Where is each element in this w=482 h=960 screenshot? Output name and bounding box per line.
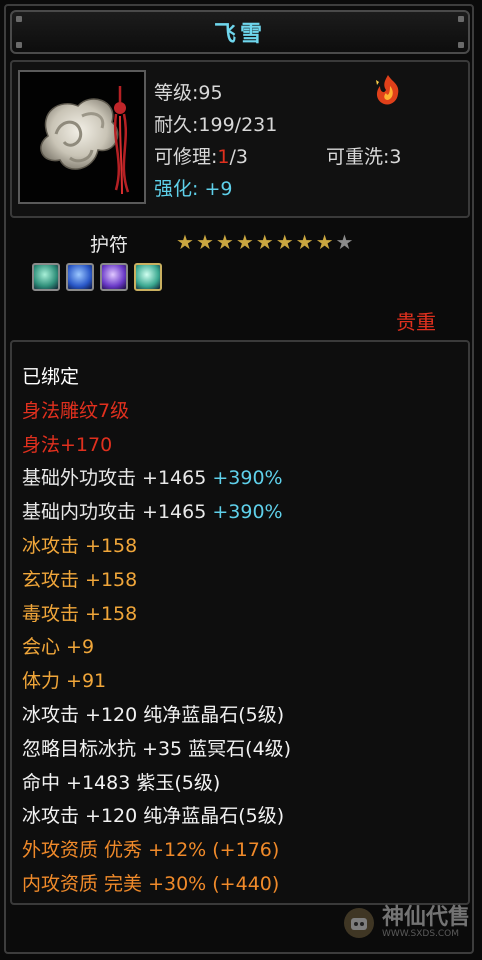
enhance-stars: ★ ★ ★ ★ ★ ★ ★ ★ ★: [176, 232, 353, 252]
enhance-label: 强化:: [154, 178, 199, 200]
star-filled-icon: ★: [195, 230, 214, 254]
repair-max: /3: [229, 146, 249, 168]
item-icon-frame[interactable]: [18, 70, 146, 204]
green-gem-icon[interactable]: [134, 263, 162, 291]
star-filled-icon: ★: [295, 230, 314, 254]
durability-label: 耐久:: [154, 114, 199, 136]
star-filled-icon: ★: [255, 230, 274, 254]
blue-gem-icon[interactable]: [66, 263, 94, 291]
property-text: 冰攻击 +120 纯净蓝晶石(5级): [22, 805, 285, 828]
property-line: 基础内功攻击 +1465 +390%: [22, 497, 283, 524]
star-empty-icon: ★: [335, 230, 354, 254]
watermark-logo-icon: [343, 908, 374, 938]
property-text: 已绑定: [22, 366, 80, 388]
corner-rivet: [458, 42, 464, 48]
property-text: 基础外功攻击 +1465: [22, 467, 207, 490]
property-bonus: +390%: [206, 501, 283, 524]
property-line: 已绑定: [22, 362, 79, 389]
property-text: 外攻资质 优秀 +12% (+176): [22, 839, 280, 862]
property-text: 毒攻击 +158: [22, 602, 138, 625]
amulet-icon: [20, 72, 144, 202]
watermark-url: WWW.SXDS.COM: [381, 929, 460, 939]
property-text: 忽略目标冰抗 +35 蓝冥石(4级): [22, 737, 292, 760]
item-repair: 可修理:1/3: [154, 142, 248, 169]
watermark: 神仙代售 WWW.SXDS.COM: [342, 906, 470, 940]
purple-gem-icon[interactable]: [100, 263, 128, 291]
watermark-text: 神仙代售: [381, 905, 470, 930]
item-name: 飞雪: [213, 22, 266, 47]
item-type: 护符: [90, 234, 129, 256]
repair-label: 可修理:: [154, 146, 218, 168]
star-filled-icon: ★: [275, 230, 294, 254]
corner-rivet: [458, 16, 464, 22]
item-enhance: 强化: +9: [154, 174, 232, 201]
property-text: 冰攻击 +158: [22, 535, 138, 557]
property-line: 外攻资质 优秀 +12% (+176): [22, 835, 279, 862]
property-line: 冰攻击 +120 纯净蓝晶石(5级): [22, 801, 284, 828]
property-text: 内攻资质 完美 +30% (+440): [22, 873, 280, 895]
corner-rivet: [16, 16, 22, 22]
property-line: 玄攻击 +158: [22, 565, 137, 592]
green-gem-icon[interactable]: [32, 263, 60, 291]
property-line: 身法雕纹7级: [22, 396, 129, 423]
rarity-label: 贵重: [396, 310, 436, 334]
property-text: 命中 +1483 紫玉(5级): [22, 771, 221, 794]
property-line: 基础外功攻击 +1465 +390%: [22, 463, 283, 490]
star-filled-icon: ★: [215, 230, 234, 254]
property-text: 身法+170: [22, 433, 113, 456]
star-filled-icon: ★: [176, 230, 194, 254]
corner-rivet: [16, 42, 22, 48]
property-bonus: +390%: [206, 467, 283, 490]
property-text: 体力 +91: [22, 670, 107, 693]
property-line: 命中 +1483 紫玉(5级): [22, 768, 220, 795]
item-level: 等级:95: [154, 82, 223, 104]
property-line: 体力 +91: [22, 666, 106, 693]
property-text: 会心 +9: [22, 636, 95, 659]
item-durability: 耐久:199/231: [154, 110, 277, 137]
property-line: 忽略目标冰抗 +35 蓝冥石(4级): [22, 734, 291, 761]
item-rewash: 可重洗:3: [326, 146, 402, 168]
fire-element-icon: [376, 75, 399, 105]
property-line: 冰攻击 +120 纯净蓝晶石(5级): [22, 700, 284, 727]
property-text: 玄攻击 +158: [22, 568, 138, 591]
property-text: 身法雕纹7级: [22, 399, 130, 422]
property-text: 基础内功攻击 +1465: [22, 501, 207, 524]
property-line: 内攻资质 完美 +30% (+440): [22, 869, 279, 896]
durability-value: 199/231: [198, 114, 278, 136]
property-text: 冰攻击 +120 纯净蓝晶石(5级): [22, 704, 285, 726]
property-line: 会心 +9: [22, 632, 94, 659]
repair-current: 1: [217, 146, 230, 168]
item-title-bar: 飞雪: [10, 10, 470, 54]
property-line: 毒攻击 +158: [22, 599, 137, 626]
star-filled-icon: ★: [235, 230, 254, 254]
property-line: 身法+170: [22, 430, 112, 457]
star-filled-icon: ★: [315, 230, 334, 254]
property-line: 冰攻击 +158: [22, 531, 137, 558]
gem-sockets: [32, 263, 162, 291]
enhance-value: +9: [204, 178, 233, 200]
